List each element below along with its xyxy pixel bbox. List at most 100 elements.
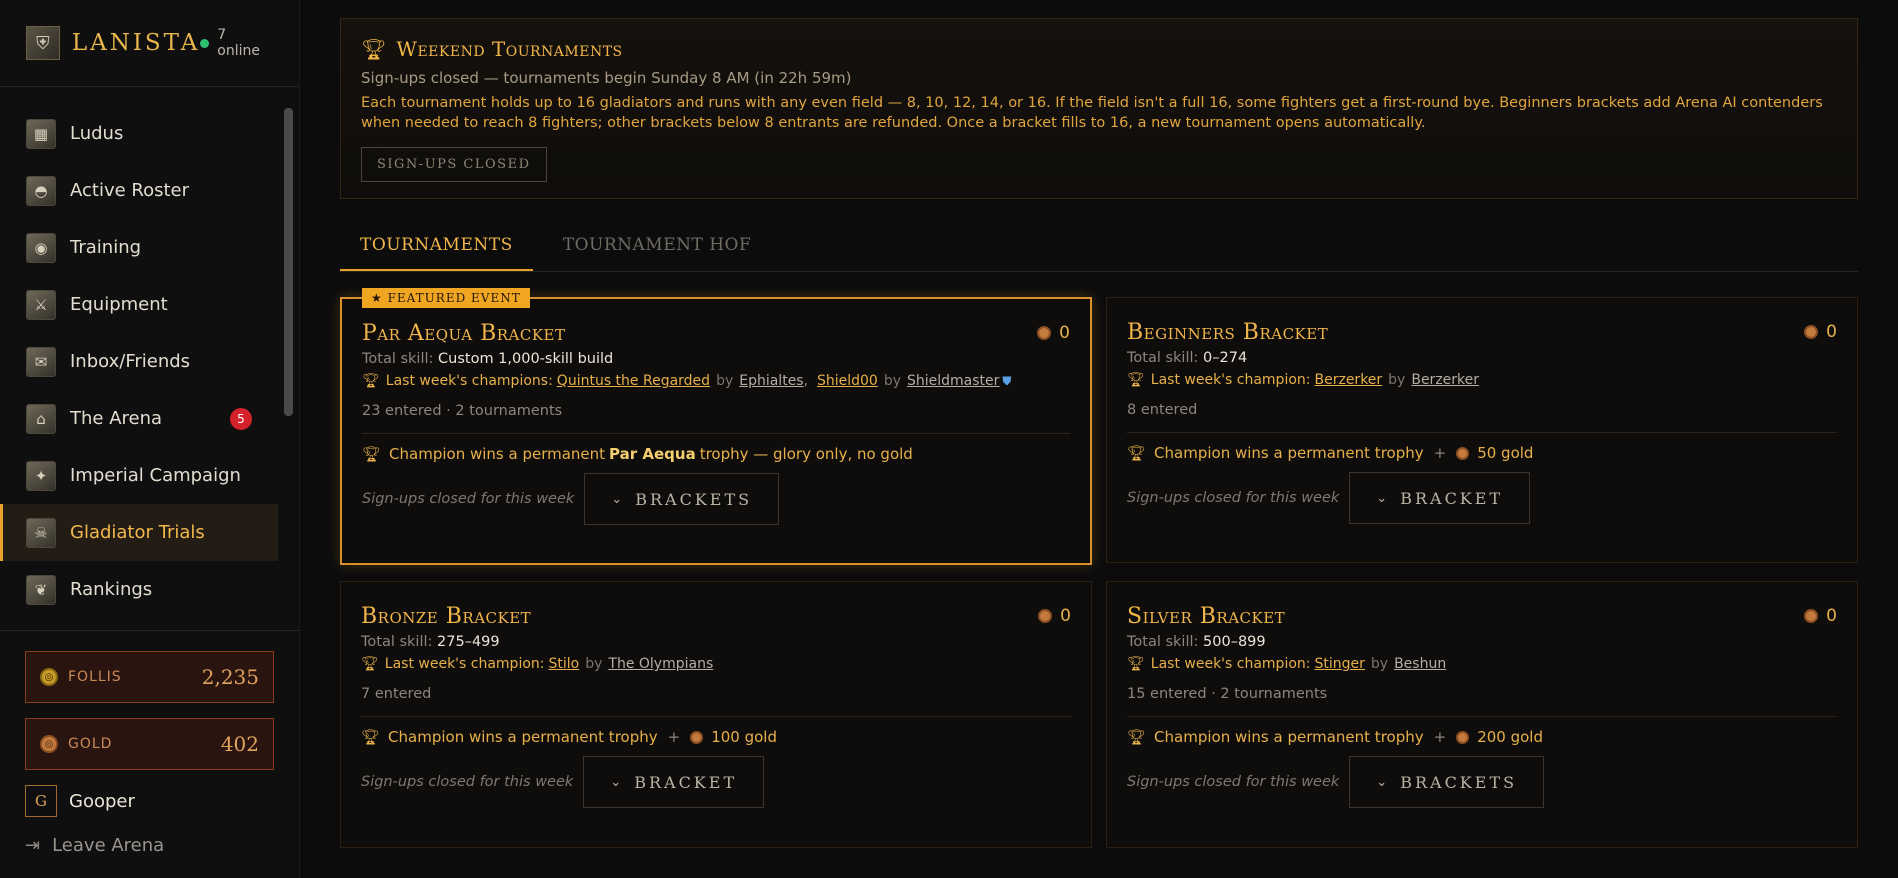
- brackets-button[interactable]: ⌄ BRACKETS: [584, 473, 780, 525]
- logout-icon: ⇥: [25, 835, 41, 856]
- sidebar-scrollbar[interactable]: [284, 108, 293, 416]
- owner-link[interactable]: Shieldmaster: [907, 373, 999, 389]
- bracket-button-label: BRACKET: [634, 772, 738, 792]
- trophy-icon: 🏆︎: [362, 445, 382, 463]
- online-dot-icon: [200, 38, 210, 48]
- main-content: 🏆︎ Weekend Tournaments Sign-ups closed —…: [300, 0, 1898, 878]
- total-skill: Total skill: Custom 1,000-skill build: [362, 351, 1070, 367]
- chevron-down-icon: ⌄: [1376, 774, 1391, 790]
- card-footer: Sign-ups closed for this week ⌄ BRACKET: [361, 756, 1071, 826]
- sidebar-item-rankings[interactable]: ❦ Rankings: [0, 561, 278, 618]
- plus-sign: +: [1433, 444, 1447, 462]
- brackets-button-label: BRACKETS: [635, 489, 753, 509]
- card-title: Silver Bracket: [1127, 604, 1286, 629]
- owner-link[interactable]: Berzerker: [1411, 372, 1479, 388]
- entry-fee-value: 0: [1060, 606, 1071, 626]
- champion-link[interactable]: Shield00: [817, 373, 878, 389]
- prize-info: 🏆︎ Champion wins a permanent trophy + 50…: [1127, 444, 1837, 462]
- prize-gold: 100 gold: [711, 728, 777, 746]
- avatar: G: [25, 785, 57, 817]
- prize-text: Champion wins a permanent trophy: [388, 728, 658, 746]
- entered-count: 15 entered · 2 tournaments: [1127, 686, 1328, 702]
- gold-coin-icon: [1804, 609, 1819, 623]
- bronze-card: Bronze Bracket 0 Total skill: 275–499 🏆︎…: [340, 581, 1092, 848]
- user-profile[interactable]: G Gooper: [25, 785, 135, 817]
- card-title: Beginners Bracket: [1127, 320, 1329, 345]
- sidebar-item-ludus[interactable]: ▦ Ludus: [0, 105, 278, 162]
- gold-coin-icon: [1037, 326, 1052, 340]
- chevron-down-icon: ⌄: [610, 774, 625, 790]
- prize-info: 🏆︎ Champion wins a permanent trophy + 10…: [361, 728, 1071, 746]
- champion-link[interactable]: Berzerker: [1315, 372, 1383, 388]
- prize-gold: 50 gold: [1477, 444, 1534, 462]
- sidebar-item-active-roster[interactable]: ◓ Active Roster: [0, 162, 278, 219]
- leave-arena-button[interactable]: ⇥ Leave Arena: [25, 835, 164, 856]
- sign-ups-closed-button[interactable]: SIGN-UPS CLOSED: [361, 147, 547, 182]
- brackets-button[interactable]: ⌄ BRACKETS: [1349, 756, 1545, 808]
- sidebar-item-label: Inbox/Friends: [70, 351, 191, 372]
- sidebar-item-label: The Arena: [70, 408, 163, 429]
- chevron-down-icon: ⌄: [611, 491, 626, 507]
- trophy-icon: 🏆︎: [362, 373, 380, 389]
- last-week-champion: 🏆︎ Last week's champion: Stilo by The Ol…: [361, 656, 1071, 672]
- total-skill-label: Total skill:: [361, 634, 433, 650]
- trophy-icon: 🏆︎: [1127, 728, 1147, 746]
- card-title: Par Aequa Bracket: [362, 321, 566, 346]
- champion-link[interactable]: Quintus the Regarded: [557, 373, 710, 389]
- by-text: by: [585, 656, 603, 672]
- gold-value: 402: [220, 732, 259, 756]
- champions-label: Last week's champions:: [385, 373, 553, 389]
- last-week-champions: 🏆︎ Last week's champions: Quintus the Re…: [362, 373, 1070, 389]
- sidebar-item-label: Rankings: [70, 579, 153, 600]
- sidebar-item-equipment[interactable]: ⚔ Equipment: [0, 276, 278, 333]
- owner-link[interactable]: Ephialtes: [739, 373, 803, 389]
- sidebar-item-inbox-friends[interactable]: ✉ Inbox/Friends: [0, 333, 278, 390]
- tab-tournaments[interactable]: TOURNAMENTS: [340, 222, 533, 271]
- online-count: 7 online: [217, 27, 261, 59]
- entry-fee-value: 0: [1059, 323, 1070, 343]
- total-skill-label: Total skill:: [362, 351, 434, 367]
- sidebar-item-the-arena[interactable]: ⌂ The Arena 5: [0, 390, 278, 447]
- tournament-tabs: TOURNAMENTS TOURNAMENT HOF: [340, 222, 1858, 272]
- total-skill: Total skill: 500–899: [1127, 634, 1837, 650]
- by-text: by: [716, 373, 734, 389]
- lanista-logo-icon[interactable]: ⛨: [26, 26, 60, 60]
- prize-info: 🏆︎ Champion wins a permanent trophy + 20…: [1127, 728, 1837, 746]
- champion-link[interactable]: Stinger: [1315, 656, 1365, 672]
- bracket-button-label: BRACKET: [1400, 488, 1504, 508]
- sidebar-item-gladiator-trials[interactable]: ☠ Gladiator Trials: [0, 504, 278, 561]
- entry-fee-value: 0: [1826, 606, 1837, 626]
- gold-coin-icon: [1038, 609, 1053, 623]
- brand-name[interactable]: LANISTA: [72, 30, 201, 56]
- chevron-down-icon: ⌄: [1376, 490, 1391, 506]
- champion-label: Last week's champion:: [384, 656, 545, 672]
- total-skill-label: Total skill:: [1127, 634, 1199, 650]
- card-footer: Sign-ups closed for this week ⌄ BRACKETS: [1127, 756, 1837, 826]
- entered-count: 8 entered: [1127, 402, 1198, 418]
- shield-badge-icon: ⛊: [1002, 373, 1012, 388]
- entry-fee: 0: [1804, 322, 1837, 342]
- total-skill-value: 275–499: [437, 634, 500, 650]
- notification-badge: 5: [230, 407, 252, 430]
- entry-fee-value: 0: [1826, 322, 1837, 342]
- owner-link[interactable]: The Olympians: [608, 656, 713, 672]
- sidebar: ⛨ LANISTA 7 online ▦ Ludus ◓ Active Rost…: [0, 0, 300, 878]
- sign-ups-closed-note: Sign-ups closed for this week: [1127, 490, 1340, 506]
- sidebar-item-imperial-campaign[interactable]: ✦ Imperial Campaign: [0, 447, 278, 504]
- owner-link[interactable]: Beshun: [1394, 656, 1446, 672]
- total-skill-label: Total skill:: [1127, 350, 1199, 366]
- colosseum-icon: ⌂: [26, 403, 56, 434]
- divider: [362, 433, 1070, 434]
- beginners-card: Beginners Bracket 0 Total skill: 0–274 🏆…: [1106, 297, 1858, 563]
- sidebar-item-training[interactable]: ◉ Training: [0, 219, 278, 276]
- banner-title: 🏆︎ Weekend Tournaments: [361, 37, 1837, 61]
- tab-tournament-hof[interactable]: TOURNAMENT HOF: [543, 222, 772, 271]
- bracket-button[interactable]: ⌄ BRACKET: [583, 756, 765, 808]
- sword-icon: ⚔: [26, 289, 56, 320]
- champion-link[interactable]: Stilo: [549, 656, 580, 672]
- trophy-icon: 🏆︎: [1127, 372, 1145, 388]
- bracket-button[interactable]: ⌄ BRACKET: [1349, 472, 1531, 524]
- last-week-champion: 🏆︎ Last week's champion: Berzerker by Be…: [1127, 372, 1837, 388]
- gold-coin-icon: [1456, 730, 1470, 744]
- total-skill-value: 0–274: [1203, 350, 1248, 366]
